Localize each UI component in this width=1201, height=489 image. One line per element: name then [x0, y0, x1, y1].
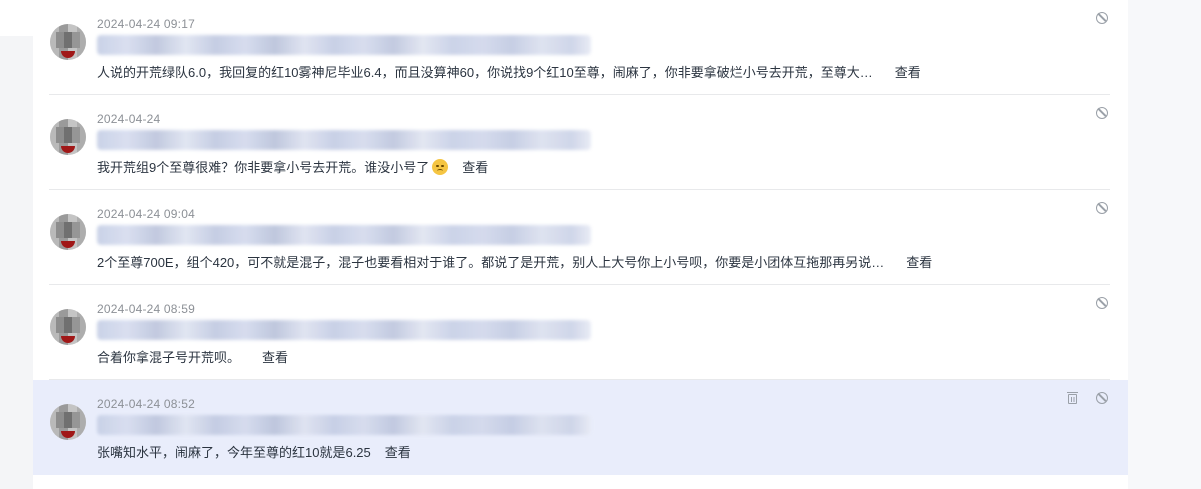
- block-icon[interactable]: [1096, 297, 1108, 309]
- right-background: [1128, 0, 1201, 489]
- view-link[interactable]: 查看: [262, 350, 288, 365]
- comment-text: 我开荒组9个至尊很难？你非要拿小号去开荒。谁没小号了: [97, 160, 430, 175]
- trash-icon[interactable]: [1067, 392, 1078, 404]
- comment-content: 我开荒组9个至尊很难？你非要拿小号去开荒。谁没小号了 查看: [97, 157, 488, 176]
- avatar[interactable]: [50, 404, 86, 440]
- block-icon[interactable]: [1096, 202, 1108, 214]
- blurred-reference: [97, 225, 591, 245]
- block-icon[interactable]: [1096, 392, 1108, 404]
- block-icon[interactable]: [1096, 107, 1108, 119]
- comment-time: 2024-04-24: [97, 112, 161, 126]
- comment-content: 人说的开荒绿队6.0，我回复的红10雾神尼毕业6.4，而且没算神60，你说找9个…: [97, 62, 921, 81]
- comment-time: 2024-04-24 09:04: [97, 207, 195, 221]
- comment-time: 2024-04-24 08:59: [97, 302, 195, 316]
- comment-text: 人说的开荒绿队6.0，我回复的红10雾神尼毕业6.4，而且没算神60，你说找9个…: [97, 65, 873, 80]
- avatar[interactable]: [50, 24, 86, 60]
- comment-text: 张嘴知水平，闹麻了，今年至尊的红10就是6.25: [97, 445, 371, 460]
- avatar[interactable]: [50, 119, 86, 155]
- block-icon[interactable]: [1096, 12, 1108, 24]
- view-link[interactable]: 查看: [385, 445, 411, 460]
- comment-text: 合着你拿混子号开荒呗。: [97, 350, 241, 365]
- disappointed-face-icon: [432, 159, 449, 175]
- view-link[interactable]: 查看: [906, 255, 932, 270]
- comment-content: 张嘴知水平，闹麻了，今年至尊的红10就是6.25 查看: [97, 442, 411, 461]
- comment-item-hovered: 2024-04-24 08:52 张嘴知水平，闹麻了，今年至尊的红10就是6.2…: [33, 380, 1128, 475]
- left-background: [0, 0, 33, 489]
- comment-time: 2024-04-24 08:52: [97, 397, 195, 411]
- comment-time: 2024-04-24 09:17: [97, 17, 195, 31]
- avatar[interactable]: [50, 214, 86, 250]
- comment-content: 2个至尊700E，组个420，可不就是混子，混子也要看相对于谁了。都说了是开荒，…: [97, 252, 932, 271]
- comment-list: 2024-04-24 09:17 人说的开荒绿队6.0，我回复的红10雾神尼毕业…: [33, 0, 1128, 489]
- comment-item: 2024-04-24 09:04 2个至尊700E，组个420，可不就是混子，混…: [33, 190, 1128, 285]
- avatar[interactable]: [50, 309, 86, 345]
- comment-content: 合着你拿混子号开荒呗。 查看: [97, 347, 288, 366]
- view-link[interactable]: 查看: [462, 160, 488, 175]
- view-link[interactable]: 查看: [895, 65, 921, 80]
- blurred-reference: [97, 415, 591, 435]
- blurred-reference: [97, 130, 591, 150]
- blurred-reference: [97, 320, 591, 340]
- comment-item: 2024-04-24 09:17 人说的开荒绿队6.0，我回复的红10雾神尼毕业…: [33, 0, 1128, 95]
- comment-item: 2024-04-24 08:59 合着你拿混子号开荒呗。 查看: [33, 285, 1128, 380]
- comment-item: 2024-04-24 我开荒组9个至尊很难？你非要拿小号去开荒。谁没小号了 查看: [33, 95, 1128, 190]
- blurred-reference: [97, 35, 591, 55]
- comment-text: 2个至尊700E，组个420，可不就是混子，混子也要看相对于谁了。都说了是开荒，…: [97, 255, 885, 270]
